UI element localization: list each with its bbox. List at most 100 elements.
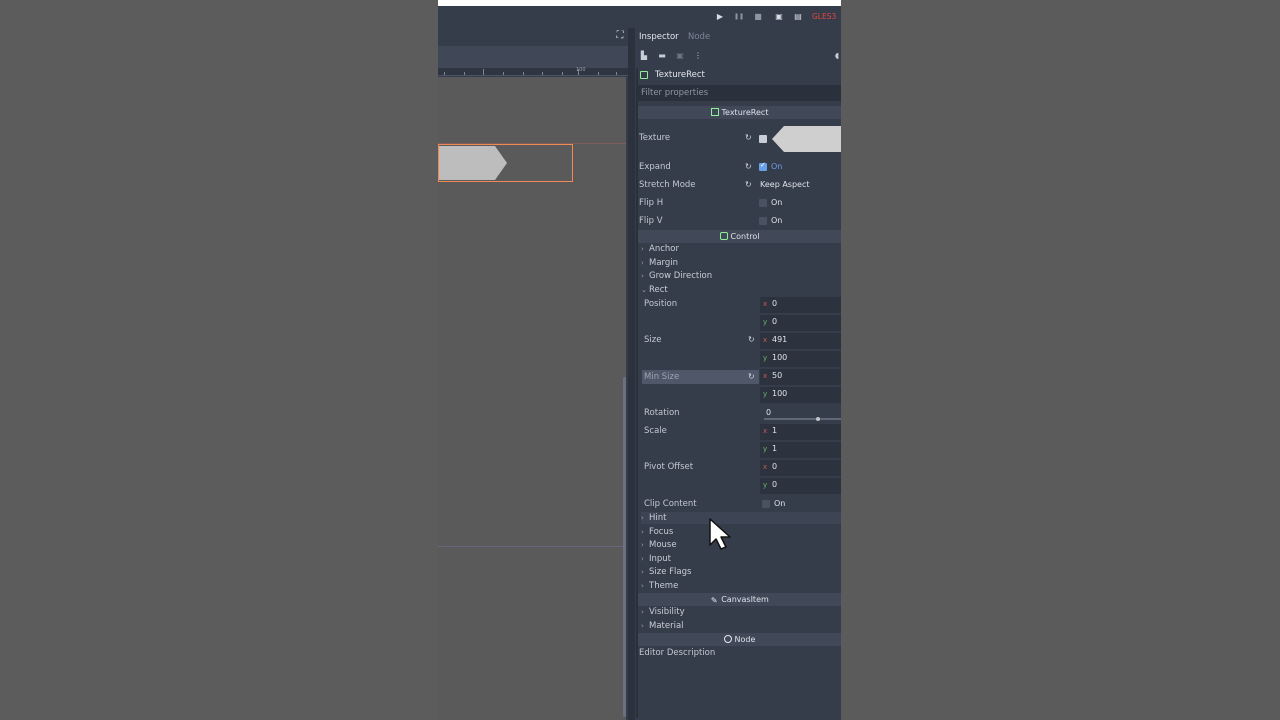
min-size-y-value[interactable]: 100	[772, 388, 787, 400]
group-label: Anchor	[649, 244, 679, 254]
play-scene-icon[interactable]: ▣	[772, 10, 786, 24]
group-theme[interactable]: › Theme	[641, 580, 678, 592]
group-margin[interactable]: › Margin	[641, 257, 678, 269]
axis-y-label: y	[763, 354, 768, 362]
revert-icon[interactable]: ↻	[745, 179, 752, 191]
ruler-tick	[464, 72, 465, 75]
canvas-2d[interactable]	[438, 77, 626, 720]
stop-icon[interactable]: ■	[751, 10, 765, 24]
revert-icon[interactable]: ↻	[745, 161, 752, 173]
slider-handle[interactable]	[816, 417, 820, 421]
group-input[interactable]: › Input	[641, 553, 671, 565]
clip-content-checkbox[interactable]	[762, 500, 770, 508]
size-x-value[interactable]: 491	[772, 334, 787, 346]
revert-icon[interactable]: ↻	[748, 371, 755, 383]
ruler-tick	[562, 72, 563, 75]
fullscreen-icon[interactable]: ⛶	[614, 30, 626, 42]
texture-preview[interactable]	[772, 126, 841, 152]
viewport-panel: ⛶ 100	[438, 28, 628, 720]
pivot-offset-y-value[interactable]: 0	[772, 479, 777, 491]
texture-rect-icon	[710, 108, 719, 116]
section-label: Node	[734, 635, 756, 644]
axis-x-label: x	[763, 372, 768, 380]
prop-editor-description-label: Editor Description	[639, 648, 716, 658]
prop-stretch-mode-label: Stretch Mode	[639, 180, 696, 190]
object-search-icon[interactable]: ◖	[831, 50, 841, 62]
group-material[interactable]: › Material	[641, 620, 684, 632]
texture-rect-selection[interactable]	[438, 144, 573, 182]
play-icon[interactable]: ▶	[713, 10, 727, 24]
revert-icon[interactable]: ↻	[745, 132, 752, 144]
ruler-tick	[542, 72, 543, 75]
filter-box	[638, 85, 841, 101]
ruler-tick	[503, 72, 504, 75]
pivot-offset-x-value[interactable]: 0	[772, 461, 777, 473]
prop-position-label: Position	[644, 299, 678, 309]
expand-checkbox[interactable]	[759, 161, 767, 171]
load-resource-icon[interactable]: ▬	[656, 50, 668, 62]
stretch-mode-select[interactable]: Keep Aspect	[760, 179, 810, 191]
section-texture-rect[interactable]: TextureRect	[638, 106, 841, 119]
arrow-texture	[439, 146, 507, 180]
group-label: Grow Direction	[649, 271, 713, 281]
axis-x-label: x	[763, 336, 768, 344]
axis-x-label: x	[763, 463, 768, 471]
texture-rect-node-icon	[640, 71, 648, 79]
group-hint[interactable]: › Hint	[641, 512, 841, 524]
group-label: Hint	[649, 513, 667, 523]
axis-y-label: y	[763, 390, 768, 398]
tab-inspector[interactable]: Inspector	[639, 31, 679, 43]
viewport-header	[438, 46, 628, 68]
axis-y-label: y	[763, 318, 768, 326]
group-mouse[interactable]: › Mouse	[641, 539, 677, 551]
flip-h-value: On	[771, 198, 783, 207]
left-letterbox	[0, 0, 438, 720]
group-grow-direction[interactable]: › Grow Direction	[641, 270, 712, 282]
save-resource-icon[interactable]: ▣	[674, 50, 686, 62]
pause-icon[interactable]: ❚❚	[732, 10, 746, 24]
filter-properties-input[interactable]	[641, 85, 839, 101]
flip-v-checkbox[interactable]	[759, 217, 767, 225]
prop-size-label: Size	[644, 335, 662, 345]
flip-h-checkbox[interactable]	[759, 199, 767, 207]
group-focus[interactable]: › Focus	[641, 526, 673, 538]
edited-object-row[interactable]: TextureRect	[638, 68, 841, 82]
prop-rotation-label: Rotation	[644, 408, 680, 418]
prop-flip-v-label: Flip V	[639, 216, 663, 226]
prop-clip-content-label: Clip Content	[644, 499, 697, 509]
dock-splitter[interactable]	[628, 28, 635, 720]
axis-x-label: x	[763, 300, 768, 308]
section-canvas-item[interactable]: ✎ CanvasItem	[638, 593, 841, 606]
more-options-icon[interactable]: ⋮	[692, 50, 704, 62]
godot-editor: ▶ ❚❚ ■ ▣ ▤ GLES3 ⛶ 100 Inspector Node ▙ …	[438, 0, 841, 720]
section-control[interactable]: Control	[638, 230, 841, 243]
viewport-scrollbar[interactable]	[623, 377, 626, 717]
pencil-icon: ✎	[710, 596, 718, 605]
scale-y-value[interactable]: 1	[772, 443, 777, 455]
prop-texture-label: Texture	[639, 133, 671, 143]
group-rect[interactable]: ⌄ Rect	[641, 284, 668, 296]
axis-y-label: y	[763, 481, 768, 489]
play-custom-scene-icon[interactable]: ▤	[791, 10, 805, 24]
axis-x-label: x	[763, 427, 768, 435]
new-resource-icon[interactable]: ▙	[638, 50, 650, 62]
rotation-slider[interactable]	[764, 417, 841, 421]
scale-x-value[interactable]: 1	[772, 425, 777, 437]
inspector-dock: Inspector Node ▙ ▬ ▣ ⋮ ◖ TextureRect Tex…	[635, 28, 841, 720]
tab-node[interactable]: Node	[688, 31, 710, 43]
dock-tabs: Inspector Node	[635, 28, 841, 46]
renderer-label[interactable]: GLES3	[812, 10, 836, 24]
size-y-value[interactable]: 100	[772, 352, 787, 364]
section-node[interactable]: Node	[638, 633, 841, 646]
expand-value: On	[771, 162, 783, 171]
position-x-value[interactable]: 0	[772, 298, 777, 310]
revert-icon[interactable]: ↻	[748, 334, 755, 346]
position-y-value[interactable]: 0	[772, 316, 777, 328]
ruler-tick	[616, 72, 617, 75]
group-size-flags[interactable]: › Size Flags	[641, 566, 691, 578]
group-anchor[interactable]: › Anchor	[641, 243, 679, 255]
inspector-scrollbar[interactable]	[636, 68, 638, 718]
min-size-x-value[interactable]: 50	[772, 370, 782, 382]
group-visibility[interactable]: › Visibility	[641, 606, 685, 618]
group-label: Input	[649, 554, 672, 564]
